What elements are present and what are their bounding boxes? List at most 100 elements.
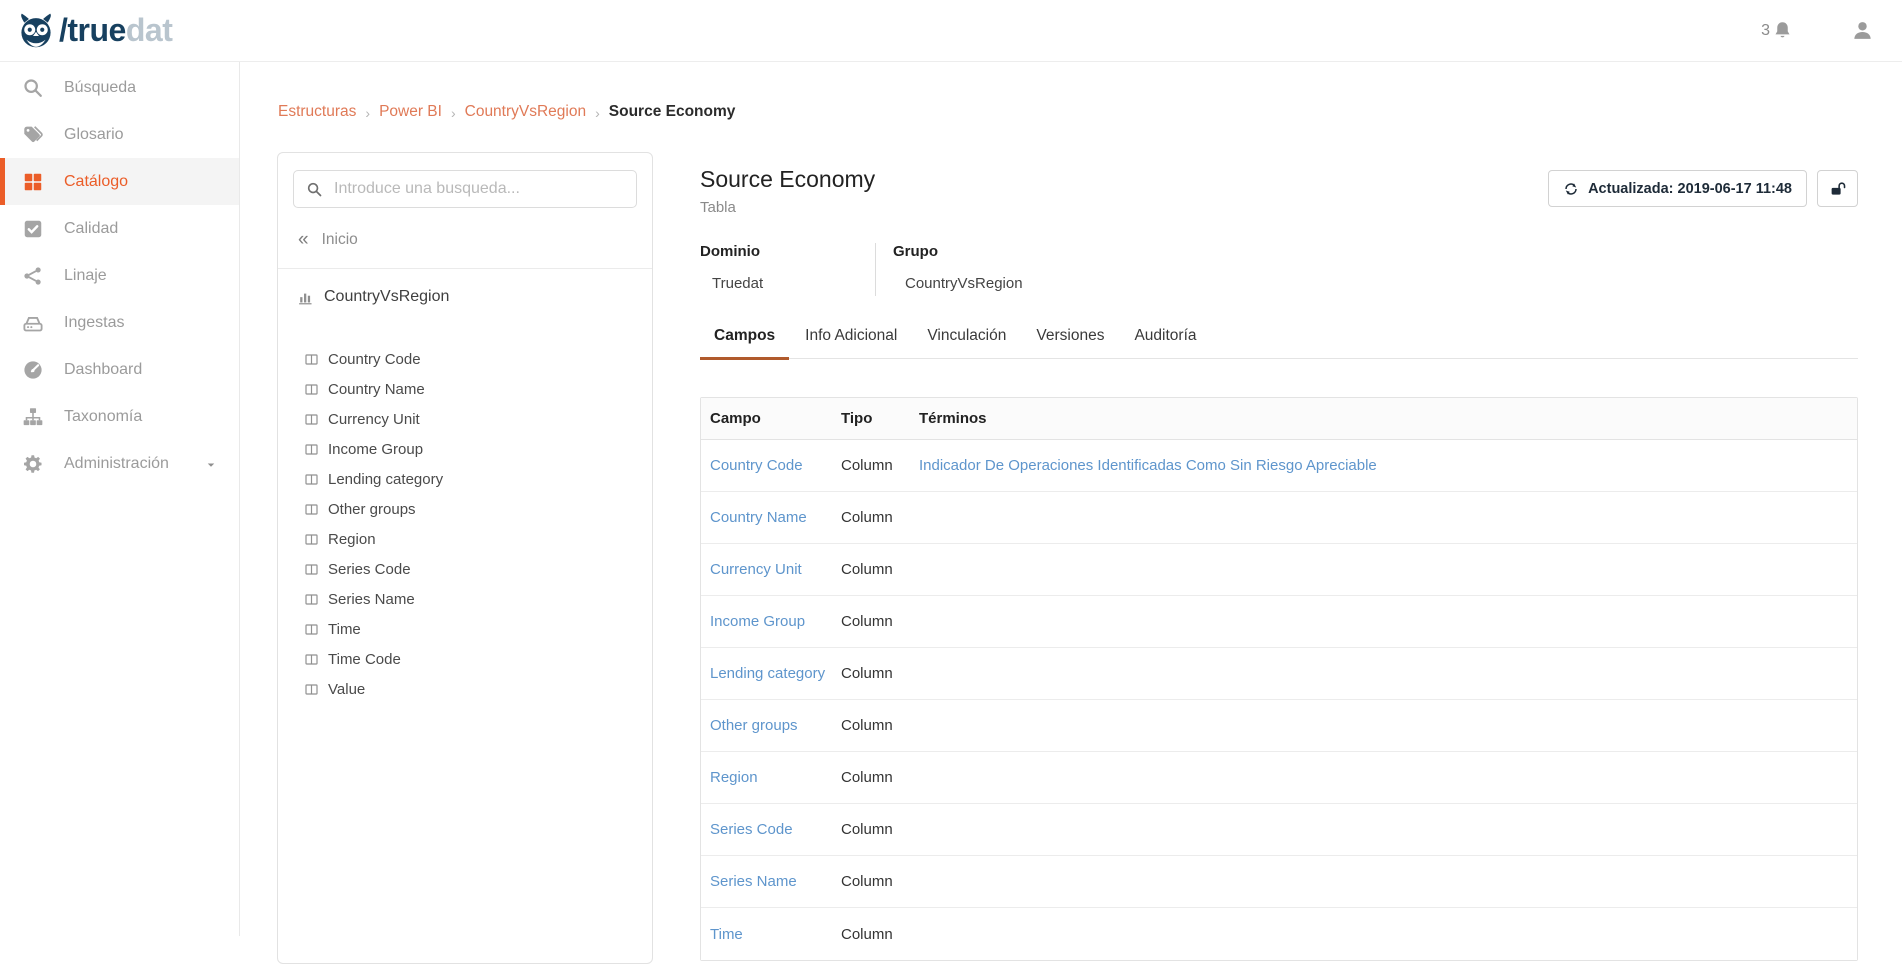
sidebar-item-label: Administración — [64, 455, 169, 473]
field-item-currency-unit[interactable]: Currency Unit — [278, 404, 652, 434]
tab-info-adicional[interactable]: Info Adicional — [791, 327, 911, 358]
share-icon — [22, 265, 44, 287]
user-menu-button[interactable] — [1851, 19, 1874, 42]
domain-label: Dominio — [700, 243, 875, 260]
gauge-icon — [22, 359, 44, 381]
confidential-toggle-button[interactable] — [1817, 170, 1858, 207]
field-item-other-groups[interactable]: Other groups — [278, 494, 652, 524]
truedat-logo[interactable]: /truedat — [16, 11, 172, 51]
field-link-country-code[interactable]: Country Code — [710, 457, 803, 474]
sidebar-item-busqueda[interactable]: Búsqueda — [0, 64, 239, 111]
back-to-home[interactable]: « Inicio — [298, 231, 358, 249]
type-cell: Column — [841, 873, 919, 890]
title-block: Source Economy Tabla — [700, 166, 875, 216]
field-item-time[interactable]: Time — [278, 614, 652, 644]
field-link-currency-unit[interactable]: Currency Unit — [710, 561, 802, 578]
updated-label: Actualizada: 2019-06-17 11:48 — [1588, 181, 1792, 197]
sidebar-item-label: Catálogo — [64, 173, 128, 191]
breadcrumb-link-power-bi[interactable]: Power BI — [379, 103, 442, 121]
field-item-time-code[interactable]: Time Code — [278, 644, 652, 674]
sidebar-item-label: Taxonomía — [64, 408, 142, 426]
field-item-income-group[interactable]: Income Group — [278, 434, 652, 464]
sidebar-item-ingestas[interactable]: Ingestas — [0, 299, 239, 346]
type-cell: Column — [841, 769, 919, 786]
refresh-updated-button[interactable]: Actualizada: 2019-06-17 11:48 — [1548, 170, 1807, 207]
field-link-series-code[interactable]: Series Code — [710, 821, 793, 838]
columns-icon — [304, 382, 319, 397]
sidebar-item-administracion[interactable]: Administración — [0, 440, 239, 487]
sidebar-item-glosario[interactable]: Glosario — [0, 111, 239, 158]
parent-label: CountryVsRegion — [324, 288, 449, 306]
type-cell: Column — [841, 509, 919, 526]
table-header-row: CampoTipoTérminos — [701, 398, 1857, 440]
field-item-lending-category[interactable]: Lending category — [278, 464, 652, 494]
tab-vinculacion[interactable]: Vinculación — [913, 327, 1020, 358]
field-item-label: Country Name — [328, 381, 425, 398]
page-title: Source Economy — [700, 166, 875, 193]
field-item-series-name[interactable]: Series Name — [278, 584, 652, 614]
fields-table: CampoTipoTérminosCountry CodeColumnIndic… — [700, 397, 1858, 961]
main-panel: Source Economy Tabla Actualizada: 2019-0… — [700, 166, 1858, 961]
field-link-income-group[interactable]: Income Group — [710, 613, 805, 630]
field-link-country-name[interactable]: Country Name — [710, 509, 807, 526]
type-cell: Column — [841, 613, 919, 630]
domain-value: Truedat — [700, 275, 875, 292]
field-item-series-code[interactable]: Series Code — [278, 554, 652, 584]
sidebar-item-label: Búsqueda — [64, 79, 136, 97]
field-link-series-name[interactable]: Series Name — [710, 873, 797, 890]
bell-icon — [1772, 20, 1793, 41]
back-label: Inicio — [322, 231, 358, 249]
logo-wordmark: /truedat — [59, 12, 172, 49]
tab-campos[interactable]: Campos — [700, 327, 789, 358]
field-item-country-name[interactable]: Country Name — [278, 374, 652, 404]
field-item-country-code[interactable]: Country Code — [278, 344, 652, 374]
search-input[interactable] — [334, 180, 624, 198]
field-list: Country Code Country Name Currency Unit Inc… — [278, 344, 652, 704]
columns-icon — [304, 412, 319, 427]
structure-parent-item[interactable]: CountryVsRegion — [297, 288, 449, 306]
breadcrumb-link-countryvsregion[interactable]: CountryVsRegion — [465, 103, 586, 121]
structure-search-box — [293, 170, 637, 208]
field-item-label: Country Code — [328, 351, 421, 368]
field-item-value[interactable]: Value — [278, 674, 652, 704]
sidebar-item-linaje[interactable]: Linaje — [0, 252, 239, 299]
sidebar-item-calidad[interactable]: Calidad — [0, 205, 239, 252]
top-bar: /truedat 3 — [0, 0, 1902, 62]
sidebar-item-label: Calidad — [64, 220, 118, 238]
sidebar-nav: Búsqueda Glosario Catálogo Calidad Linaje Ing… — [0, 62, 240, 936]
sidebar-item-taxonomia[interactable]: Taxonomía — [0, 393, 239, 440]
column-header-campo: Campo — [701, 410, 841, 427]
page-subtitle: Tabla — [700, 199, 875, 216]
sidebar-item-dashboard[interactable]: Dashboard — [0, 346, 239, 393]
table-row-country-name: Country Name Column — [701, 492, 1857, 544]
field-link-region[interactable]: Region — [710, 769, 758, 786]
field-link-lending-category[interactable]: Lending category — [710, 665, 825, 682]
sidebar-item-catalogo[interactable]: Catálogo — [0, 158, 239, 205]
notification-count: 3 — [1761, 22, 1770, 40]
field-link-time[interactable]: Time — [710, 926, 743, 943]
columns-icon — [304, 352, 319, 367]
field-item-label: Currency Unit — [328, 411, 420, 428]
field-link-other-groups[interactable]: Other groups — [710, 717, 798, 734]
tab-versiones[interactable]: Versiones — [1022, 327, 1118, 358]
breadcrumb-link-estructuras[interactable]: Estructuras — [278, 103, 356, 121]
columns-icon — [304, 502, 319, 517]
search-icon — [306, 181, 323, 198]
field-item-region[interactable]: Region — [278, 524, 652, 554]
structure-explorer-panel: « Inicio CountryVsRegion Country CodeCou… — [277, 152, 653, 964]
columns-icon — [304, 442, 319, 457]
term-link[interactable]: Indicador De Operaciones Identificadas C… — [919, 457, 1377, 474]
type-cell: Column — [841, 926, 919, 943]
field-item-label: Value — [328, 681, 365, 698]
tab-auditoria[interactable]: Auditoría — [1120, 327, 1210, 358]
columns-icon — [304, 682, 319, 697]
logo-secondary: dat — [126, 12, 173, 48]
notifications-button[interactable]: 3 — [1761, 20, 1793, 41]
table-row-country-code: Country CodeColumnIndicador De Operacion… — [701, 440, 1857, 492]
type-cell: Column — [841, 561, 919, 578]
field-cell: Currency Unit — [701, 561, 841, 578]
table-row-other-groups: Other groupsColumn — [701, 700, 1857, 752]
sidebar-item-label: Linaje — [64, 267, 107, 285]
header-actions: Actualizada: 2019-06-17 11:48 — [1548, 170, 1858, 207]
breadcrumb-separator: › — [595, 104, 600, 121]
